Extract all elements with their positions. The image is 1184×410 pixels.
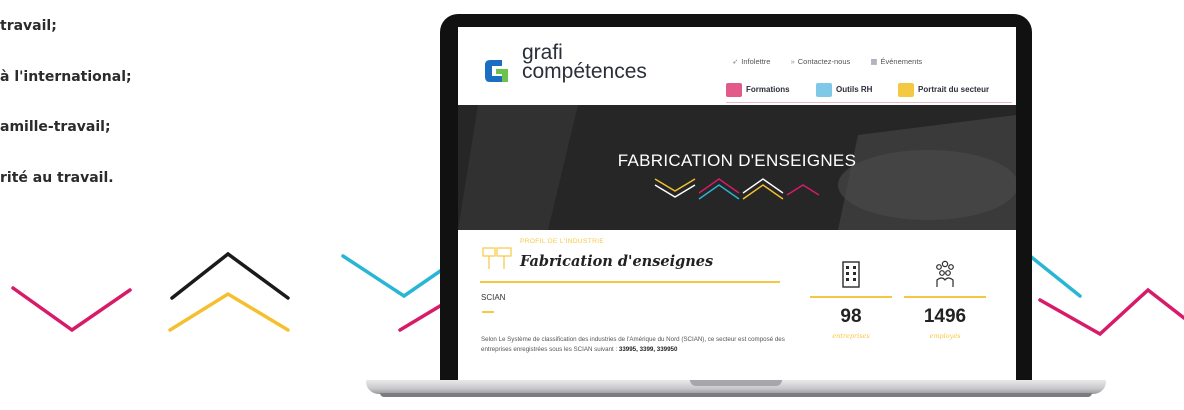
stat-divider [810,296,892,298]
logo-line-2: compétences [522,60,647,83]
scian-description: Selon Le Système de classification des i… [481,335,791,354]
profile-divider [480,281,780,283]
building-icon [842,261,860,288]
send-icon: ➶ [732,57,739,66]
newsletter-label: Infolettre [741,57,771,66]
nav-portrait-secteur[interactable]: Portrait du secteur [898,79,989,101]
chevrons-icon: » [790,57,795,66]
logo-icon[interactable] [482,55,514,87]
nav-formations[interactable]: Formations [726,79,790,101]
top-links: ➶ Infolettre » Contactez-nous ▦ Événements [732,57,940,66]
scian-codes: 33995, 3399, 339950 [618,345,678,353]
stat-label: entreprises [832,332,870,340]
yellow-zigzag-left [168,291,290,332]
black-zigzag-left [170,251,290,300]
laptop-screen: grafi compétences ➶ Infolettre » Contactez… [458,27,1016,381]
contact-link[interactable]: » Contactez-nous [791,57,860,66]
pink-zigzag-left [11,286,132,333]
laptop-notch [690,380,782,386]
scian-label: SCIAN [481,293,506,302]
sign-icon [482,247,512,269]
industry-profile: PROFIL DE L'INDUSTRIE Fabrication d'ense… [458,230,1016,381]
logo-wordmark[interactable]: grafi compétences [522,42,647,83]
stat-entreprises: 98 entreprises [810,260,892,350]
hero-banner: FABRICATION D'ENSEIGNES [458,105,1016,230]
outils-icon [816,82,832,97]
profile-title: Fabrication d'enseignes [520,253,714,270]
stat-label: employés [929,332,961,340]
formations-icon [726,82,742,97]
events-link[interactable]: ▦ Événements [870,57,931,66]
nav-portrait-label: Portrait du secteur [918,85,990,94]
calendar-icon: ▦ [870,57,878,66]
stat-employes: 1496 employés [904,260,986,350]
portrait-icon [898,82,914,97]
hero-title: FABRICATION D'ENSEIGNES [617,151,857,170]
cyan-zigzag-right [1028,254,1082,298]
nav-formations-label: Formations [746,85,790,94]
hero-zigzag-icon [654,178,820,200]
nav-outils-rh[interactable]: Outils RH [816,79,872,101]
contact-label: Contactez-nous [797,57,851,66]
people-icon [936,260,954,287]
nav-outils-label: Outils RH [836,85,873,94]
events-label: Événements [880,57,923,66]
laptop-foot [380,393,1092,397]
stat-value: 98 [840,306,862,327]
pink-zigzag-right [1038,287,1184,337]
profile-label: PROFIL DE L'INDUSTRIE [520,238,605,245]
newsletter-link[interactable]: ➶ Infolettre [732,57,779,66]
site-header: grafi compétences ➶ Infolettre » Contactez… [458,27,1016,105]
nav-underline [726,102,1012,103]
scian-divider [482,311,494,313]
stat-value: 1496 [923,306,967,327]
stat-divider [904,296,986,298]
